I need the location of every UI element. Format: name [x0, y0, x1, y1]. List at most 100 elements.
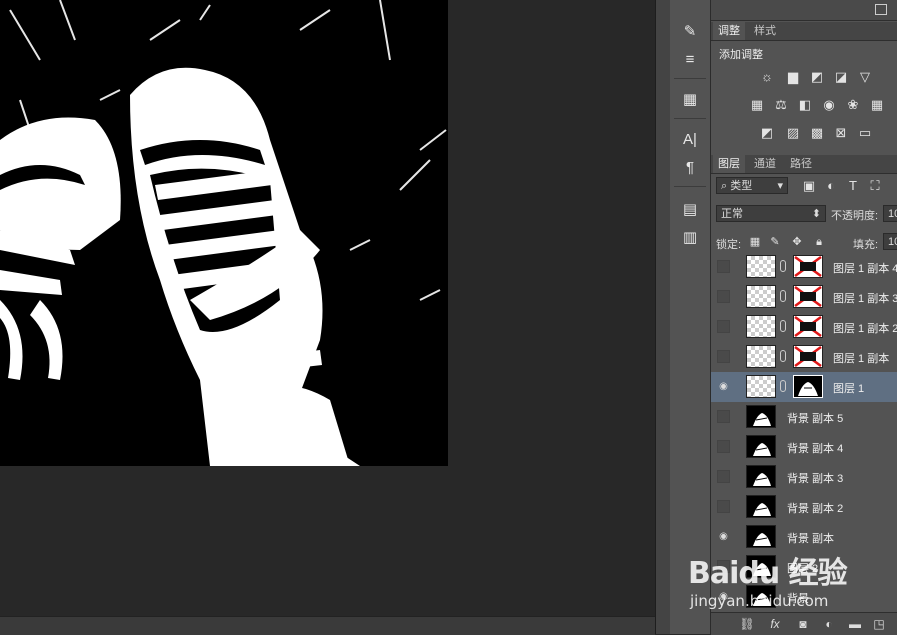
lock-image-icon[interactable]: ✎: [767, 235, 783, 249]
visibility-toggle[interactable]: [717, 410, 730, 423]
opacity-input[interactable]: 10: [883, 205, 897, 222]
mask-link-icon[interactable]: [780, 350, 786, 362]
layer-row[interactable]: 背景 副本 4: [711, 432, 897, 463]
blend-mode-select[interactable]: 正常 ⬍: [716, 205, 826, 222]
invert-icon[interactable]: ◩: [759, 126, 775, 140]
canvas-area[interactable]: [0, 0, 655, 635]
layer-mask-thumbnail[interactable]: [793, 255, 823, 278]
eye-icon[interactable]: ◉: [717, 380, 730, 393]
channel-mixer-icon[interactable]: ❀: [845, 98, 861, 112]
clone-source-icon[interactable]: ▦: [678, 88, 702, 110]
layer-name[interactable]: 图层 1 副本 4: [833, 260, 897, 276]
layer-row[interactable]: 图层 1 副本: [711, 342, 897, 373]
filter-adjustment-icon[interactable]: ◐: [823, 179, 839, 193]
mask-link-icon[interactable]: [780, 260, 786, 272]
brush-presets-icon[interactable]: ✎: [678, 20, 702, 42]
vibrance-icon[interactable]: ▽: [857, 70, 873, 84]
lock-all-icon[interactable]: 🔒︎: [811, 235, 827, 249]
black-white-icon[interactable]: ◧: [797, 98, 813, 112]
layer-name[interactable]: 背景 副本: [787, 530, 834, 546]
eye-icon[interactable]: ◉: [717, 530, 730, 543]
visibility-toggle[interactable]: [717, 290, 730, 303]
layer-row[interactable]: 背景 副本 2: [711, 492, 897, 523]
layer-row[interactable]: ◉ 图层 1: [711, 372, 897, 403]
layer-row[interactable]: 图层 1 副本 2: [711, 312, 897, 343]
layer-thumbnail: [746, 255, 776, 278]
collapse-icon[interactable]: [875, 4, 887, 15]
layer-name[interactable]: 背景 副本 3: [787, 470, 843, 486]
posterize-icon[interactable]: ▨: [785, 126, 801, 140]
visibility-toggle[interactable]: [717, 350, 730, 363]
layer-thumbnail: [746, 435, 776, 458]
fill-input[interactable]: 10: [883, 233, 897, 250]
layer-mask-thumbnail[interactable]: [793, 345, 823, 368]
brush-settings-icon[interactable]: ≡: [678, 48, 702, 70]
visibility-toggle[interactable]: [717, 470, 730, 483]
layer-thumbnail: [746, 315, 776, 338]
layer-name[interactable]: 背景 副本 5: [787, 410, 843, 426]
visibility-toggle[interactable]: [717, 500, 730, 513]
tab-paths[interactable]: 路径: [785, 155, 817, 173]
history-icon[interactable]: ▤: [678, 198, 702, 220]
color-lookup-icon[interactable]: ▦: [869, 98, 885, 112]
curves-icon[interactable]: ◩: [809, 70, 825, 84]
mask-link-icon[interactable]: [780, 290, 786, 302]
lock-transparent-icon[interactable]: ▦: [747, 235, 763, 249]
layer-mask-thumbnail[interactable]: [793, 375, 823, 398]
paragraph-icon[interactable]: ¶: [678, 156, 702, 178]
tab-layers[interactable]: 图层: [713, 155, 745, 173]
baidu-watermark: Baidu 经验: [688, 556, 848, 591]
layer-row[interactable]: 图层 1 副本 3: [711, 282, 897, 313]
filter-type-icon[interactable]: T: [845, 179, 861, 193]
add-mask-icon[interactable]: ◙: [795, 617, 811, 631]
link-layers-icon[interactable]: ⛓: [739, 617, 755, 631]
layer-row[interactable]: 背景 副本 5: [711, 402, 897, 433]
layer-filter-select[interactable]: ⌕ 类型 ▾: [716, 177, 788, 194]
layer-name[interactable]: 图层 1 副本: [833, 350, 889, 366]
filter-shape-icon[interactable]: ⛶: [867, 179, 883, 193]
visibility-toggle[interactable]: [717, 440, 730, 453]
mask-link-icon[interactable]: [780, 320, 786, 332]
photo-filter-icon[interactable]: ◉: [821, 98, 837, 112]
layer-row[interactable]: 背景 副本 3: [711, 462, 897, 493]
new-adjustment-icon[interactable]: ◐: [821, 617, 837, 631]
threshold-icon[interactable]: ▩: [809, 126, 825, 140]
layer-mask-thumbnail[interactable]: [793, 285, 823, 308]
layer-thumbnail: [746, 285, 776, 308]
layer-row[interactable]: 图层 1 副本 4: [711, 252, 897, 283]
visibility-toggle[interactable]: [717, 320, 730, 333]
layer-name[interactable]: 图层 1 副本 2: [833, 320, 897, 336]
tab-adjustments[interactable]: 调整: [713, 22, 745, 40]
filter-pixel-icon[interactable]: ▣: [801, 179, 817, 193]
layer-name[interactable]: 图层 1: [833, 380, 864, 396]
selective-color-icon[interactable]: ⊠: [833, 126, 849, 140]
layer-style-icon[interactable]: fx: [767, 617, 783, 631]
mask-link-icon[interactable]: [780, 380, 786, 392]
layer-name[interactable]: 背景 副本 2: [787, 500, 843, 516]
adjustments-tabbar: 调整 样式: [711, 22, 897, 41]
watermark-url: jingyan.baidu.com: [690, 592, 829, 610]
adjustments-title: 添加调整: [719, 49, 763, 61]
notes-icon[interactable]: ▥: [678, 226, 702, 248]
lock-position-icon[interactable]: ✥: [789, 235, 805, 249]
layer-thumbnail: [746, 375, 776, 398]
brightness-contrast-icon[interactable]: ☼: [759, 70, 775, 84]
layer-name[interactable]: 图层 1 副本 3: [833, 290, 897, 306]
new-layer-icon[interactable]: ◳: [871, 617, 887, 631]
tab-channels[interactable]: 通道: [749, 155, 781, 173]
new-group-icon[interactable]: ▬: [847, 617, 863, 631]
tab-styles[interactable]: 样式: [749, 22, 781, 40]
horizontal-scrollbar[interactable]: [0, 616, 655, 635]
layer-mask-thumbnail[interactable]: [793, 315, 823, 338]
document-image[interactable]: [0, 0, 448, 466]
visibility-toggle[interactable]: [717, 260, 730, 273]
character-icon[interactable]: A|: [678, 128, 702, 150]
hue-saturation-icon[interactable]: ▦: [749, 98, 765, 112]
dock-splitter[interactable]: [655, 0, 671, 634]
layer-name[interactable]: 背景 副本 4: [787, 440, 843, 456]
gradient-map-icon[interactable]: ▭: [857, 126, 873, 140]
levels-icon[interactable]: ▆: [785, 70, 801, 84]
exposure-icon[interactable]: ◪: [833, 70, 849, 84]
color-balance-icon[interactable]: ⚖: [773, 98, 789, 112]
chevron-updown-icon: ⬍: [811, 208, 821, 220]
